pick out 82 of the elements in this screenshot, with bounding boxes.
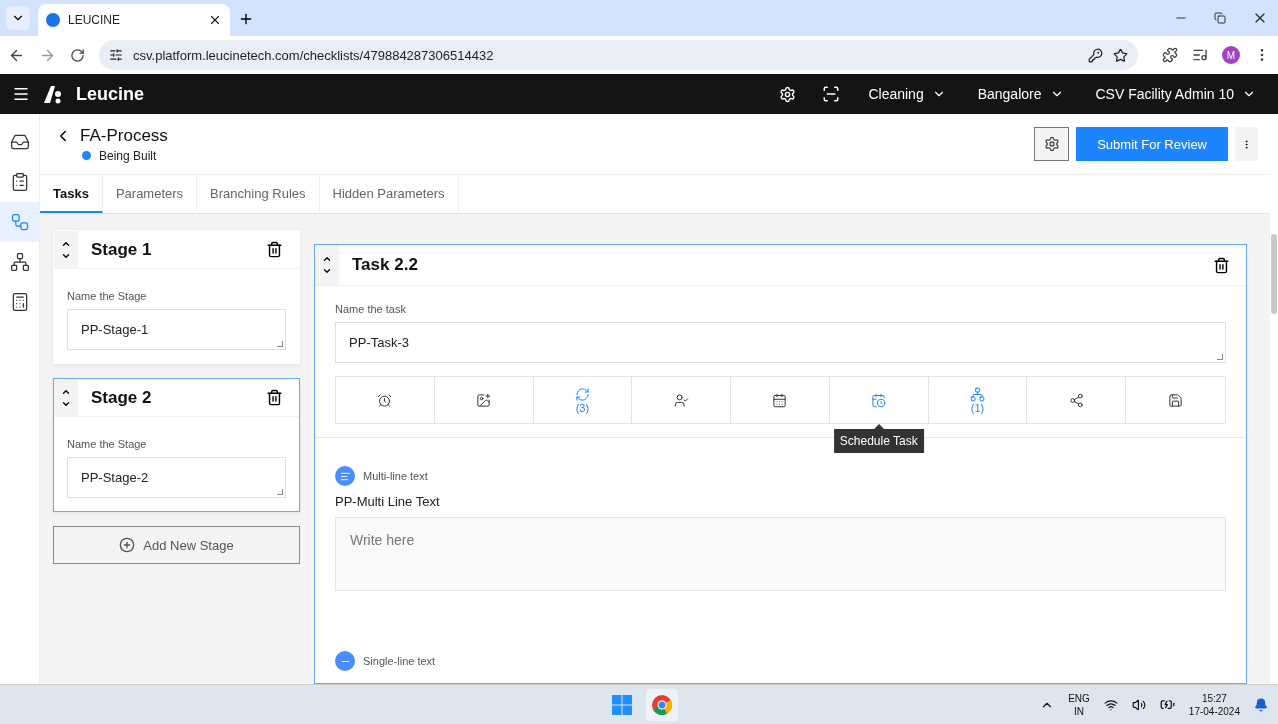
delete-icon[interactable] bbox=[266, 241, 283, 258]
add-stage-button[interactable]: Add New Stage bbox=[53, 526, 300, 564]
browser-app-icon[interactable] bbox=[646, 689, 678, 721]
menu-icon[interactable] bbox=[12, 85, 30, 103]
key-icon[interactable] bbox=[1088, 47, 1103, 63]
resize-handle-icon[interactable] bbox=[1217, 354, 1223, 360]
settings-button[interactable] bbox=[1034, 127, 1070, 161]
task-title: Task 2.2 bbox=[352, 255, 419, 275]
reload-icon[interactable] bbox=[70, 47, 85, 63]
status-dot bbox=[82, 151, 91, 160]
scan-icon[interactable] bbox=[822, 85, 841, 103]
logo-icon bbox=[42, 84, 64, 104]
calendar-icon bbox=[772, 392, 788, 408]
resize-handle-icon[interactable] bbox=[277, 489, 283, 495]
nav-dropdown[interactable]: Cleaning bbox=[858, 86, 956, 102]
bookmark-icon[interactable] bbox=[1113, 47, 1128, 63]
profile-avatar[interactable]: M bbox=[1222, 46, 1240, 64]
calendar-clock-icon bbox=[871, 392, 887, 408]
save-icon bbox=[1168, 392, 1184, 408]
text-area[interactable]: Write here bbox=[335, 517, 1226, 591]
image-plus-icon bbox=[476, 392, 492, 408]
tooltip: Schedule Task bbox=[833, 429, 924, 453]
browser-tab[interactable]: LEUCINE bbox=[38, 4, 230, 36]
brand-name: Leucine bbox=[76, 83, 145, 105]
restore-icon[interactable] bbox=[1214, 12, 1226, 24]
alarm-clock-icon bbox=[377, 392, 393, 408]
hierarchy-icon bbox=[970, 386, 986, 402]
tooltip-pointer-icon bbox=[873, 424, 884, 429]
site-info-icon[interactable] bbox=[109, 48, 123, 62]
input-field[interactable]: PP-Stage-1 bbox=[67, 309, 286, 350]
wifi-icon[interactable] bbox=[1103, 697, 1118, 712]
notification-icon[interactable] bbox=[1254, 697, 1268, 712]
stage-title: Stage 2 bbox=[91, 387, 153, 408]
close-icon[interactable] bbox=[208, 13, 222, 27]
input-field[interactable]: PP-Task-3 bbox=[335, 322, 1226, 363]
status-text: Being Built bbox=[99, 148, 157, 163]
input-field[interactable]: PP-Stage-2 bbox=[67, 457, 286, 498]
parameter-type: Multi-line text bbox=[363, 470, 428, 482]
reorder-arrows[interactable] bbox=[54, 231, 78, 268]
nodes-icon bbox=[1068, 392, 1084, 408]
language-indicator[interactable]: ENG IN bbox=[1068, 691, 1090, 718]
stage-card[interactable]: Stage 1 Name the Stage PP-Stage-1 bbox=[53, 230, 300, 364]
inbox-icon bbox=[9, 132, 30, 152]
site-icon bbox=[46, 13, 60, 27]
media-icon[interactable] bbox=[1192, 47, 1208, 63]
tab-title: LEUCINE bbox=[68, 13, 121, 27]
caret-down-icon bbox=[322, 266, 332, 276]
extensions-icon[interactable] bbox=[1162, 47, 1178, 63]
address-bar[interactable]: csv.platform.leucinetech.com/checklists/479884287306514432 bbox=[99, 40, 1138, 70]
field-label: Name the Stage bbox=[67, 290, 148, 302]
stage-title: Stage 1 bbox=[91, 239, 153, 260]
nav-dropdown[interactable]: Bangalore bbox=[967, 86, 1074, 102]
nav-dropdown[interactable]: CSV Facility Admin 10 bbox=[1085, 86, 1266, 102]
stage-card[interactable]: Stage 2 Name the Stage PP-Stage-2 bbox=[53, 378, 300, 512]
scrollbar-thumb[interactable] bbox=[1271, 234, 1277, 314]
reorder-arrows[interactable] bbox=[54, 379, 78, 416]
reorder-arrows[interactable] bbox=[315, 245, 339, 285]
battery-icon[interactable] bbox=[1159, 697, 1175, 712]
field-label: Name the task bbox=[335, 303, 407, 315]
submit-button[interactable]: Submit For Review bbox=[1076, 127, 1228, 161]
user-icon bbox=[673, 392, 689, 408]
hierarchy-icon bbox=[9, 252, 30, 272]
task-tool-button[interactable]: (3) bbox=[533, 377, 633, 423]
settings-icon bbox=[1043, 136, 1060, 152]
parameter-label: PP-Multi Line Text bbox=[335, 494, 441, 509]
caret-up-icon bbox=[322, 254, 332, 264]
refresh-icon bbox=[574, 386, 590, 402]
plus-circle-icon bbox=[119, 537, 136, 553]
tab[interactable]: Tasks bbox=[40, 175, 103, 213]
clock[interactable]: 15:27 17-04-2024 bbox=[1188, 691, 1240, 718]
resize-handle-icon[interactable] bbox=[277, 341, 283, 347]
process-title: FA-Process bbox=[80, 125, 168, 146]
delete-icon[interactable] bbox=[266, 389, 283, 406]
settings-icon[interactable] bbox=[779, 85, 797, 103]
delete-icon[interactable] bbox=[1213, 256, 1230, 274]
task-tool-button[interactable]: (1) bbox=[928, 377, 1028, 423]
tab-list-button[interactable] bbox=[6, 6, 30, 30]
flow-icon bbox=[9, 212, 30, 232]
new-tab-icon[interactable] bbox=[238, 11, 254, 27]
field-label: Name the Stage bbox=[67, 438, 148, 450]
parameter-type: Single-line text bbox=[363, 655, 436, 667]
volume-icon[interactable] bbox=[1131, 697, 1146, 712]
